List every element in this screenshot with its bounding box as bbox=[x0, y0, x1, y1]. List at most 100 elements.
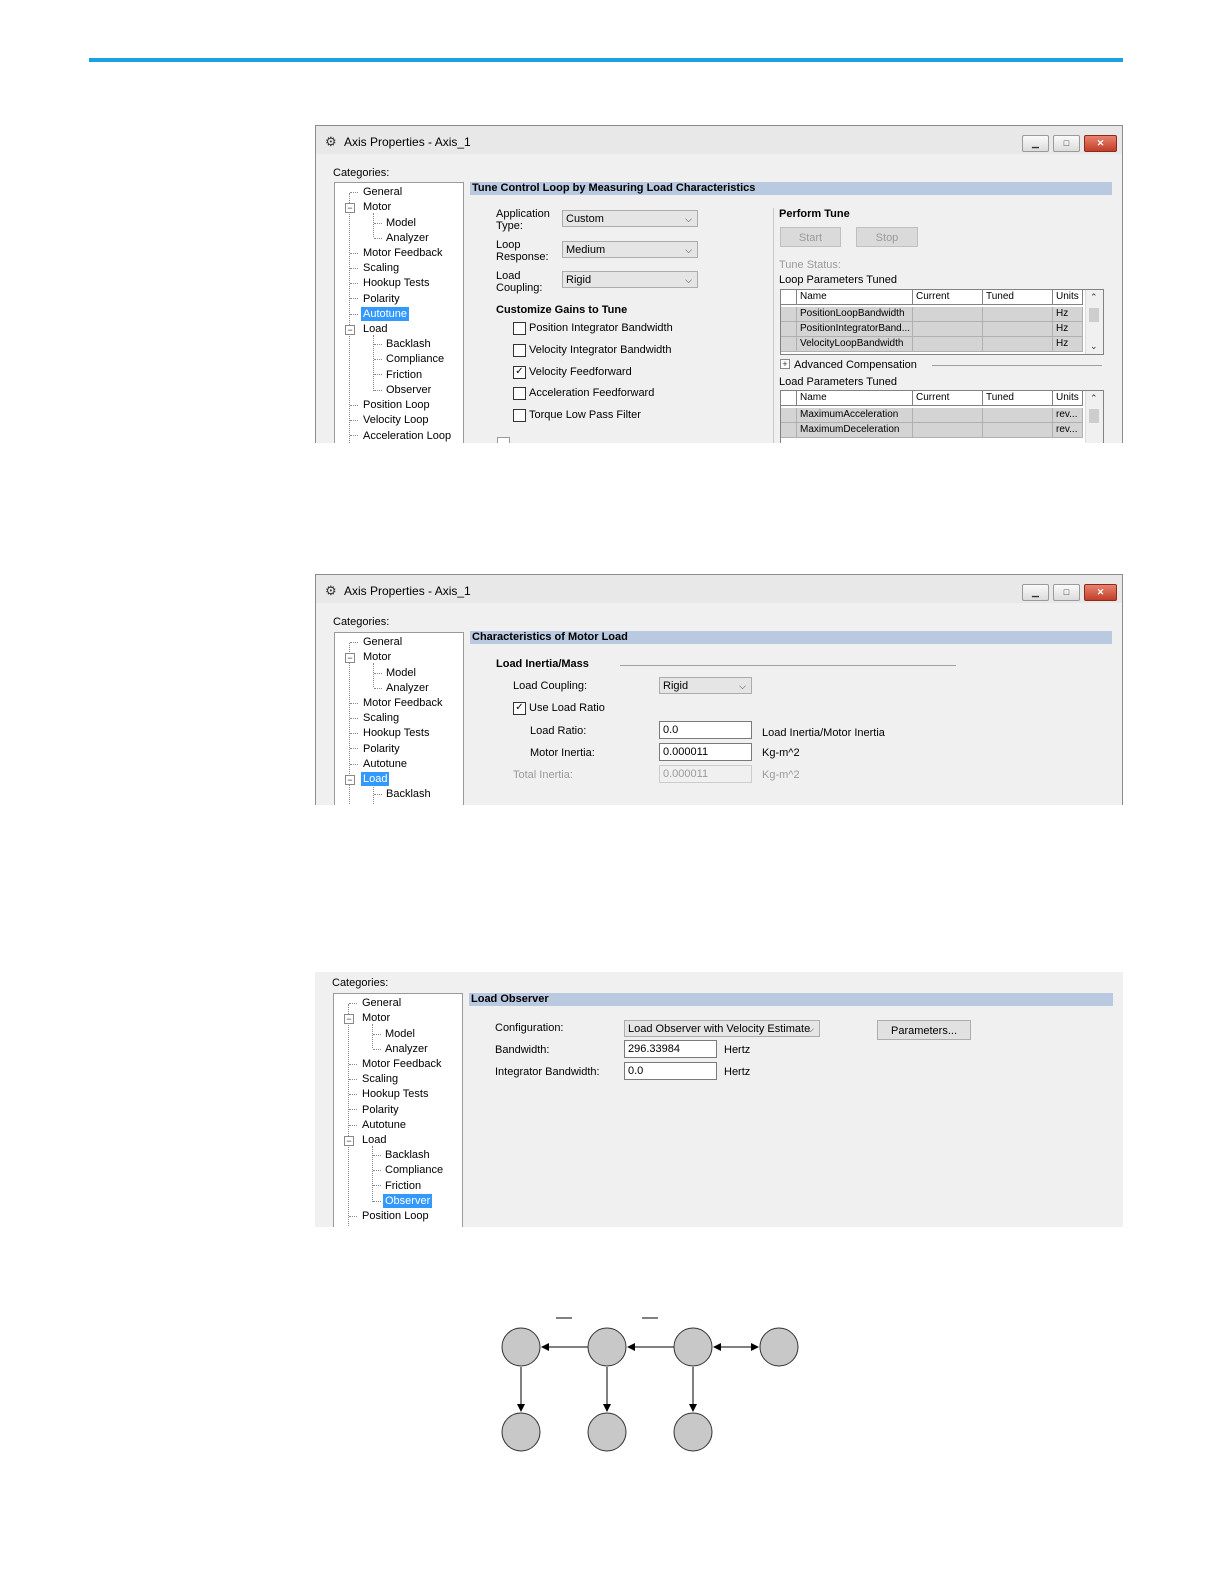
tree-item-position-loop[interactable]: Position Loop bbox=[360, 1209, 431, 1223]
tree-item-friction[interactable]: Friction bbox=[384, 368, 424, 382]
scrollbar[interactable]: ⌃ bbox=[1085, 391, 1103, 443]
maximize-icon[interactable]: □ bbox=[1053, 135, 1080, 152]
tree-item-analyzer[interactable]: Analyzer bbox=[383, 1042, 430, 1056]
minimize-icon[interactable]: ▁ bbox=[1022, 584, 1049, 601]
tree-item-motor-feedback[interactable]: Motor Feedback bbox=[361, 246, 444, 260]
tree-item-backlash[interactable]: Backlash bbox=[384, 787, 433, 801]
tree-item-autotune[interactable]: Autotune bbox=[360, 1118, 408, 1132]
tree-item-load[interactable]: Load bbox=[361, 322, 389, 336]
tree-item-position-loop[interactable]: Position Loop bbox=[361, 398, 432, 412]
chevron-down-icon: ⌵ bbox=[685, 275, 692, 285]
bandwidth-input[interactable]: 296.33984 bbox=[624, 1040, 717, 1058]
integrator-bandwidth-input[interactable]: 0.0 bbox=[624, 1062, 717, 1080]
acceleration-feedforward-checkbox[interactable] bbox=[513, 387, 526, 400]
grid-header-name: Name bbox=[797, 290, 913, 305]
chevron-up-icon[interactable]: ⌃ bbox=[1090, 393, 1098, 404]
chevron-down-icon: ⌵ bbox=[807, 1024, 814, 1034]
tree-item-hookup-tests[interactable]: Hookup Tests bbox=[361, 726, 431, 740]
tree-item-scaling[interactable]: Scaling bbox=[361, 261, 401, 275]
minus-box-icon[interactable]: − bbox=[345, 325, 355, 335]
grid-header-tuned: Tuned bbox=[983, 391, 1053, 406]
load-params-grid[interactable]: Name Current Tuned Units MaximumAccelera… bbox=[780, 390, 1104, 443]
advanced-compensation-label[interactable]: Advanced Compensation bbox=[794, 359, 917, 371]
close-icon[interactable]: ✕ bbox=[1084, 135, 1117, 152]
tree-item-autotune[interactable]: Autotune bbox=[361, 757, 409, 771]
tree-item-hookup-tests[interactable]: Hookup Tests bbox=[360, 1087, 430, 1101]
tree-item-load[interactable]: Load bbox=[361, 772, 390, 786]
minus-box-icon[interactable]: − bbox=[344, 1014, 354, 1024]
tree-item-friction[interactable]: Friction bbox=[383, 1179, 423, 1193]
velocity-integrator-bandwidth-checkbox[interactable] bbox=[513, 344, 526, 357]
tree-item-motor[interactable]: Motor bbox=[360, 1011, 392, 1025]
load-params-title: Load Parameters Tuned bbox=[779, 376, 898, 388]
tree-item-general[interactable]: General bbox=[361, 635, 404, 649]
tree-item-general[interactable]: General bbox=[361, 185, 404, 199]
scroll-thumb[interactable] bbox=[1089, 409, 1099, 423]
stop-button[interactable]: Stop bbox=[856, 227, 918, 247]
tree-item-acceleration-loop[interactable]: Acceleration Loop bbox=[361, 429, 453, 443]
tree-item-model[interactable]: Model bbox=[383, 1027, 417, 1041]
scrollbar[interactable]: ⌃ ⌄ bbox=[1085, 290, 1103, 354]
tree-item-compliance[interactable]: Compliance bbox=[384, 352, 446, 366]
minimize-icon[interactable]: ▁ bbox=[1022, 135, 1049, 152]
partial-checkbox[interactable] bbox=[497, 437, 510, 443]
minus-box-icon[interactable]: − bbox=[344, 1136, 354, 1146]
tree-item-backlash[interactable]: Backlash bbox=[383, 1148, 432, 1162]
tree-item-backlash[interactable]: Backlash bbox=[384, 337, 433, 351]
tree-item-autotune[interactable]: Autotune bbox=[361, 307, 410, 321]
tree-item-motor-feedback[interactable]: Motor Feedback bbox=[360, 1057, 443, 1071]
motor-inertia-input[interactable]: 0.000011 bbox=[659, 743, 752, 761]
tree-item-analyzer[interactable]: Analyzer bbox=[384, 681, 431, 695]
maximize-icon[interactable]: □ bbox=[1053, 584, 1080, 601]
load-coupling-select[interactable]: Rigid ⌵ bbox=[562, 271, 698, 288]
tree-item-polarity[interactable]: Polarity bbox=[360, 1103, 401, 1117]
load-coupling-label-1: Load bbox=[496, 270, 521, 282]
loop-response-select[interactable]: Medium ⌵ bbox=[562, 241, 698, 258]
minus-box-icon[interactable]: − bbox=[345, 775, 355, 785]
tree-item-compliance[interactable]: Compliance bbox=[383, 1163, 445, 1177]
close-icon[interactable]: ✕ bbox=[1084, 584, 1117, 601]
start-button[interactable]: Start bbox=[780, 227, 841, 247]
plus-box-icon[interactable]: + bbox=[780, 359, 790, 369]
chevron-down-icon[interactable]: ⌄ bbox=[1090, 341, 1098, 352]
application-type-value: Custom bbox=[566, 213, 604, 225]
velocity-feedforward-checkbox[interactable]: ✓ bbox=[513, 366, 526, 379]
load-coupling-select[interactable]: Rigid ⌵ bbox=[659, 677, 752, 694]
loop-params-grid[interactable]: Name Current Tuned Units PositionLoopBan… bbox=[780, 289, 1104, 355]
table-row[interactable]: PositionLoopBandwidth Hz bbox=[781, 307, 1103, 322]
tree-item-observer[interactable]: Observer bbox=[383, 1194, 433, 1208]
tree-item-polarity[interactable]: Polarity bbox=[361, 292, 402, 306]
tree-item-model[interactable]: Model bbox=[384, 666, 418, 680]
tree-item-velocity-loop[interactable]: Velocity Loop bbox=[361, 413, 430, 427]
tree-item-model[interactable]: Model bbox=[384, 216, 418, 230]
application-type-label-1: Application bbox=[496, 208, 550, 220]
position-integrator-bandwidth-checkbox[interactable] bbox=[513, 322, 526, 335]
tree-item-scaling[interactable]: Scaling bbox=[361, 711, 401, 725]
tree-item-motor[interactable]: Motor bbox=[361, 200, 393, 214]
application-type-select[interactable]: Custom ⌵ bbox=[562, 210, 698, 227]
axis-properties-autotune-window: ⚙ Axis Properties - Axis_1 ▁ □ ✕ Categor… bbox=[315, 125, 1123, 443]
minus-box-icon[interactable]: − bbox=[345, 203, 355, 213]
tree-item-hookup-tests[interactable]: Hookup Tests bbox=[361, 276, 431, 290]
diagram-node bbox=[587, 1412, 627, 1452]
tree-item-observer[interactable]: Observer bbox=[384, 383, 433, 397]
table-row[interactable]: PositionIntegratorBand... Hz bbox=[781, 322, 1103, 337]
tree-item-polarity[interactable]: Polarity bbox=[361, 742, 402, 756]
use-load-ratio-checkbox[interactable]: ✓ bbox=[513, 702, 526, 715]
table-row[interactable]: VelocityLoopBandwidth Hz bbox=[781, 337, 1103, 352]
table-row[interactable]: MaximumDeceleration rev... bbox=[781, 423, 1103, 438]
parameters-button[interactable]: Parameters... bbox=[877, 1020, 971, 1040]
table-row[interactable]: MaximumAcceleration rev... bbox=[781, 408, 1103, 423]
tree-item-motor[interactable]: Motor bbox=[361, 650, 393, 664]
tree-item-analyzer[interactable]: Analyzer bbox=[384, 231, 431, 245]
tree-item-load[interactable]: Load bbox=[360, 1133, 388, 1147]
scroll-thumb[interactable] bbox=[1089, 308, 1099, 322]
minus-box-icon[interactable]: − bbox=[345, 653, 355, 663]
load-ratio-input[interactable]: 0.0 bbox=[659, 721, 752, 739]
configuration-select[interactable]: Load Observer with Velocity Estimate ⌵ bbox=[624, 1020, 820, 1037]
tree-item-general[interactable]: General bbox=[360, 996, 403, 1010]
tree-item-motor-feedback[interactable]: Motor Feedback bbox=[361, 696, 444, 710]
torque-low-pass-filter-checkbox[interactable] bbox=[513, 409, 526, 422]
chevron-up-icon[interactable]: ⌃ bbox=[1090, 292, 1098, 303]
tree-item-scaling[interactable]: Scaling bbox=[360, 1072, 400, 1086]
